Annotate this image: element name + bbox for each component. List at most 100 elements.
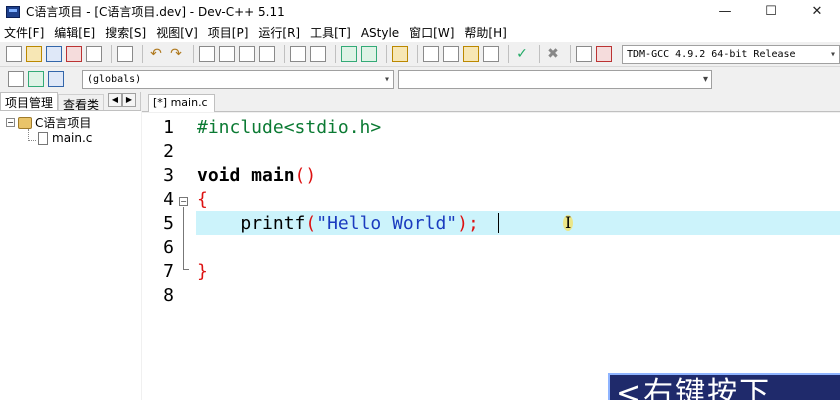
line-number: 2 (163, 141, 174, 162)
minimize-button[interactable]: — (702, 0, 748, 23)
insert-icon[interactable] (8, 71, 24, 87)
scope-select-value: (globals) (87, 73, 142, 85)
tree-node-project[interactable]: − C语言项目 (6, 114, 91, 131)
file-icon (38, 131, 48, 145)
preprocessor-directive: #include<stdio.h> (197, 117, 382, 138)
chevron-down-icon: ▾ (383, 73, 390, 85)
menu-file[interactable]: 文件[F] (4, 24, 50, 41)
paren: ( (305, 213, 317, 234)
debug-icon[interactable] (596, 46, 612, 62)
tab-project-manager[interactable]: 项目管理 (0, 92, 59, 110)
toolbar-separator (142, 45, 143, 63)
project-icon (18, 116, 32, 129)
run-icon[interactable] (443, 46, 459, 62)
goto-line-icon[interactable] (259, 46, 275, 62)
line-gutter: 1 2 3 4 5 6 7 8 − (142, 113, 194, 400)
menu-search[interactable]: 搜索[S] (105, 24, 152, 41)
menu-help[interactable]: 帮助[H] (464, 24, 512, 41)
syntax-check-icon[interactable]: ✓ (514, 46, 530, 62)
code-line-1: #include<stdio.h> (197, 117, 381, 138)
compile-run-icon[interactable] (463, 46, 479, 62)
tab-class-browser[interactable]: 查看类 (58, 94, 105, 112)
menu-window[interactable]: 窗口[W] (409, 24, 460, 41)
scope-select[interactable]: (globals) ▾ (82, 69, 394, 89)
compiler-select[interactable]: TDM-GCC 4.9.2 64-bit Release ▾ (622, 44, 840, 64)
fold-collapse-icon[interactable]: − (179, 197, 188, 206)
toolbar-separator (508, 45, 509, 63)
replace-icon[interactable] (219, 46, 235, 62)
chevron-left-icon[interactable]: ◀ (108, 93, 122, 107)
fold-end-marker (183, 269, 189, 270)
find-icon[interactable] (199, 46, 215, 62)
menu-view[interactable]: 视图[V] (156, 24, 204, 41)
line-number: 5 (163, 213, 174, 234)
toolbar-separator (386, 45, 387, 63)
save-icon[interactable] (46, 46, 62, 62)
window-title: C语言项目 - [C语言项目.dev] - Dev-C++ 5.11 (26, 5, 285, 19)
open-icon[interactable] (26, 46, 42, 62)
line-number: 1 (163, 117, 174, 138)
close-paren-semicolon: ); (457, 213, 479, 234)
chevron-right-icon[interactable]: ▶ (122, 93, 136, 107)
close-button[interactable]: ✕ (794, 0, 840, 23)
menu-edit[interactable]: 编辑[E] (54, 24, 101, 41)
goto-icon[interactable] (48, 71, 64, 87)
undo-icon[interactable]: ↶ (148, 46, 164, 62)
remove-from-project-icon[interactable] (361, 46, 377, 62)
ibeam-cursor-icon (562, 213, 574, 233)
save-all-icon[interactable] (66, 46, 82, 62)
string-literal: "Hello World" (316, 213, 458, 234)
menu-astyle[interactable]: AStyle (361, 26, 405, 40)
toolbar-separator (570, 45, 571, 63)
tree-connector (28, 129, 36, 141)
devcpp-app-icon (6, 5, 20, 18)
redo-icon[interactable]: ↷ (168, 46, 184, 62)
member-select[interactable]: ▾ (398, 69, 712, 89)
chevron-down-icon: ▾ (702, 73, 708, 85)
find-next-icon[interactable] (239, 46, 255, 62)
compile-icon[interactable] (423, 46, 439, 62)
function-signature: void main (197, 165, 295, 186)
project-options-icon[interactable] (392, 46, 408, 62)
toolbar-separator (335, 45, 336, 63)
window-controls: — ☐ ✕ (702, 0, 840, 23)
line-number: 8 (163, 285, 174, 306)
indent-icon[interactable] (310, 46, 326, 62)
toggle-icon[interactable] (28, 71, 44, 87)
project-tree: − C语言项目 main.c (0, 110, 141, 400)
main-toolbar: ↶ ↷ ✓ ✖ TDM-GCC 4.9.2 64-bit Release ▾ (0, 42, 840, 67)
print-icon[interactable] (117, 46, 133, 62)
add-to-project-icon[interactable] (341, 46, 357, 62)
stop-execution-icon[interactable]: ✖ (545, 46, 561, 62)
function-call: printf (240, 213, 306, 234)
menu-run[interactable]: 运行[R] (258, 24, 306, 41)
tab-main-c[interactable]: [*] main.c (148, 94, 215, 112)
line-number: 3 (163, 165, 174, 186)
file-name: main.c (52, 131, 93, 145)
menu-tools[interactable]: 工具[T] (310, 24, 357, 41)
paren: () (294, 165, 317, 186)
line-number: 6 (163, 237, 174, 258)
panel-tabs: 项目管理 查看类 ◀ ▶ (0, 92, 140, 112)
new-file-icon[interactable] (6, 46, 22, 62)
code-line-5: printf("Hello World"); (197, 213, 479, 234)
open-brace: { (197, 189, 208, 210)
editor-tab-bar: [*] main.c (142, 92, 840, 112)
close-brace: } (197, 261, 208, 282)
maximize-button[interactable]: ☐ (748, 0, 794, 23)
chevron-down-icon: ▾ (829, 48, 836, 60)
code-editor[interactable]: 1 2 3 4 5 6 7 8 − #include<stdio.h> void… (142, 113, 840, 400)
toolbar-separator (417, 45, 418, 63)
menu-project[interactable]: 项目[P] (208, 24, 255, 41)
rebuild-all-icon[interactable] (483, 46, 499, 62)
toggle-bookmark-icon[interactable] (290, 46, 306, 62)
toolbar-separator (539, 45, 540, 63)
code-line-7: } (197, 261, 208, 282)
toolbar-separator (111, 45, 112, 63)
collapse-icon[interactable]: − (6, 118, 15, 127)
close-file-icon[interactable] (86, 46, 102, 62)
project-name: C语言项目 (35, 116, 92, 130)
tree-node-file[interactable]: main.c (38, 131, 92, 145)
code-line-3: void main() (197, 165, 316, 186)
profile-chart-icon[interactable] (576, 46, 592, 62)
